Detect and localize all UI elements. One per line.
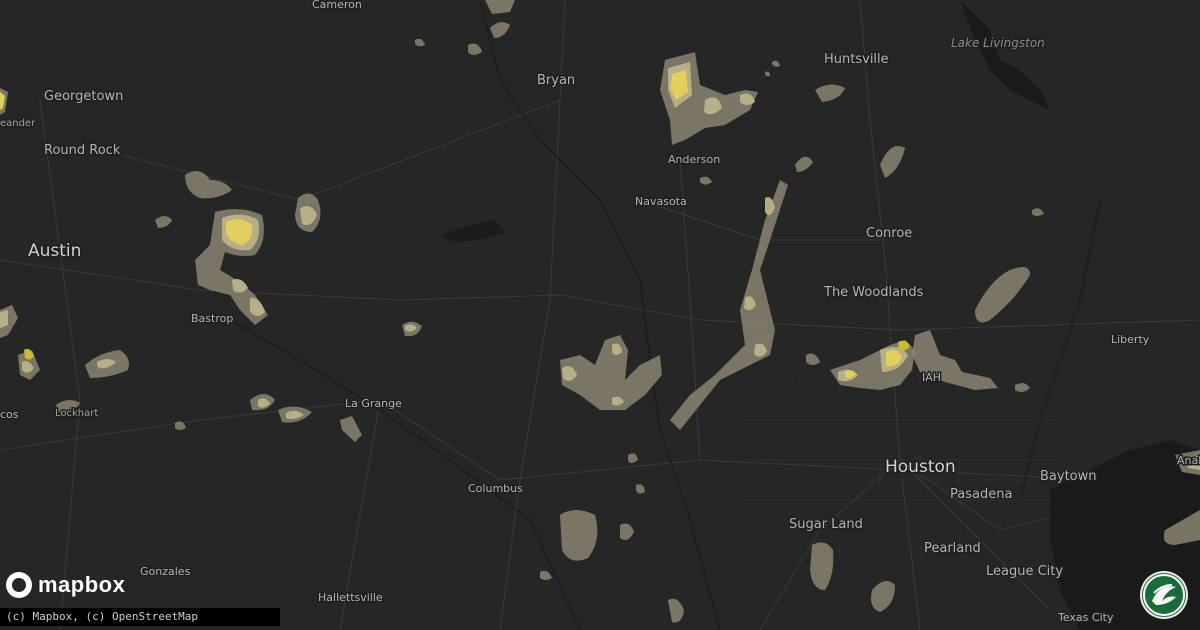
mapbox-circle-icon bbox=[6, 572, 32, 598]
label-baytown: Baytown bbox=[1040, 469, 1097, 484]
label-pasadena: Pasadena bbox=[950, 487, 1012, 502]
lake-livingston bbox=[960, 0, 1050, 110]
label-houston: Houston bbox=[885, 457, 956, 477]
label-gonzales: Gonzales bbox=[140, 565, 191, 578]
radar-map[interactable]: Cameron Bryan Huntsville Lake Livingston… bbox=[0, 0, 1200, 630]
label-georgetown: Georgetown bbox=[44, 89, 123, 104]
label-bryan: Bryan bbox=[537, 73, 575, 88]
label-leander: eander bbox=[0, 118, 36, 129]
label-league-city: League City bbox=[986, 564, 1063, 579]
label-austin: Austin bbox=[28, 241, 81, 261]
label-columbus: Columbus bbox=[468, 482, 523, 495]
label-round-rock: Round Rock bbox=[44, 143, 121, 158]
label-cameron: Cameron bbox=[312, 0, 362, 11]
lake-somerville bbox=[440, 220, 505, 242]
label-liberty: Liberty bbox=[1111, 333, 1150, 346]
label-bastrop: Bastrop bbox=[191, 312, 233, 325]
label-the-woodlands: The Woodlands bbox=[823, 285, 924, 300]
label-iah: IAH bbox=[922, 371, 941, 384]
label-anderson: Anderson bbox=[668, 153, 720, 166]
label-navasota: Navasota bbox=[635, 195, 687, 208]
mapbox-logo-text: mapbox bbox=[38, 572, 126, 597]
label-anahuac: Anah bbox=[1177, 454, 1200, 467]
label-huntsville: Huntsville bbox=[824, 52, 889, 67]
mapbox-logo[interactable]: mapbox bbox=[6, 571, 125, 599]
label-san-marcos: cos bbox=[0, 408, 19, 421]
map-attribution[interactable]: (c) Mapbox, (c) OpenStreetMap bbox=[0, 608, 280, 626]
label-conroe: Conroe bbox=[866, 226, 912, 241]
storm-swirl-icon[interactable] bbox=[1140, 571, 1188, 619]
label-hallettsville: Hallettsville bbox=[318, 591, 383, 604]
label-lake-livingston: Lake Livingston bbox=[951, 36, 1045, 50]
label-texas-city: Texas City bbox=[1057, 611, 1114, 624]
label-sugar-land: Sugar Land bbox=[789, 517, 863, 532]
label-la-grange: La Grange bbox=[345, 397, 402, 410]
storm-swirl-graphic bbox=[1143, 574, 1185, 616]
label-pearland: Pearland bbox=[924, 541, 981, 556]
label-lockhart: Lockhart bbox=[55, 408, 98, 419]
